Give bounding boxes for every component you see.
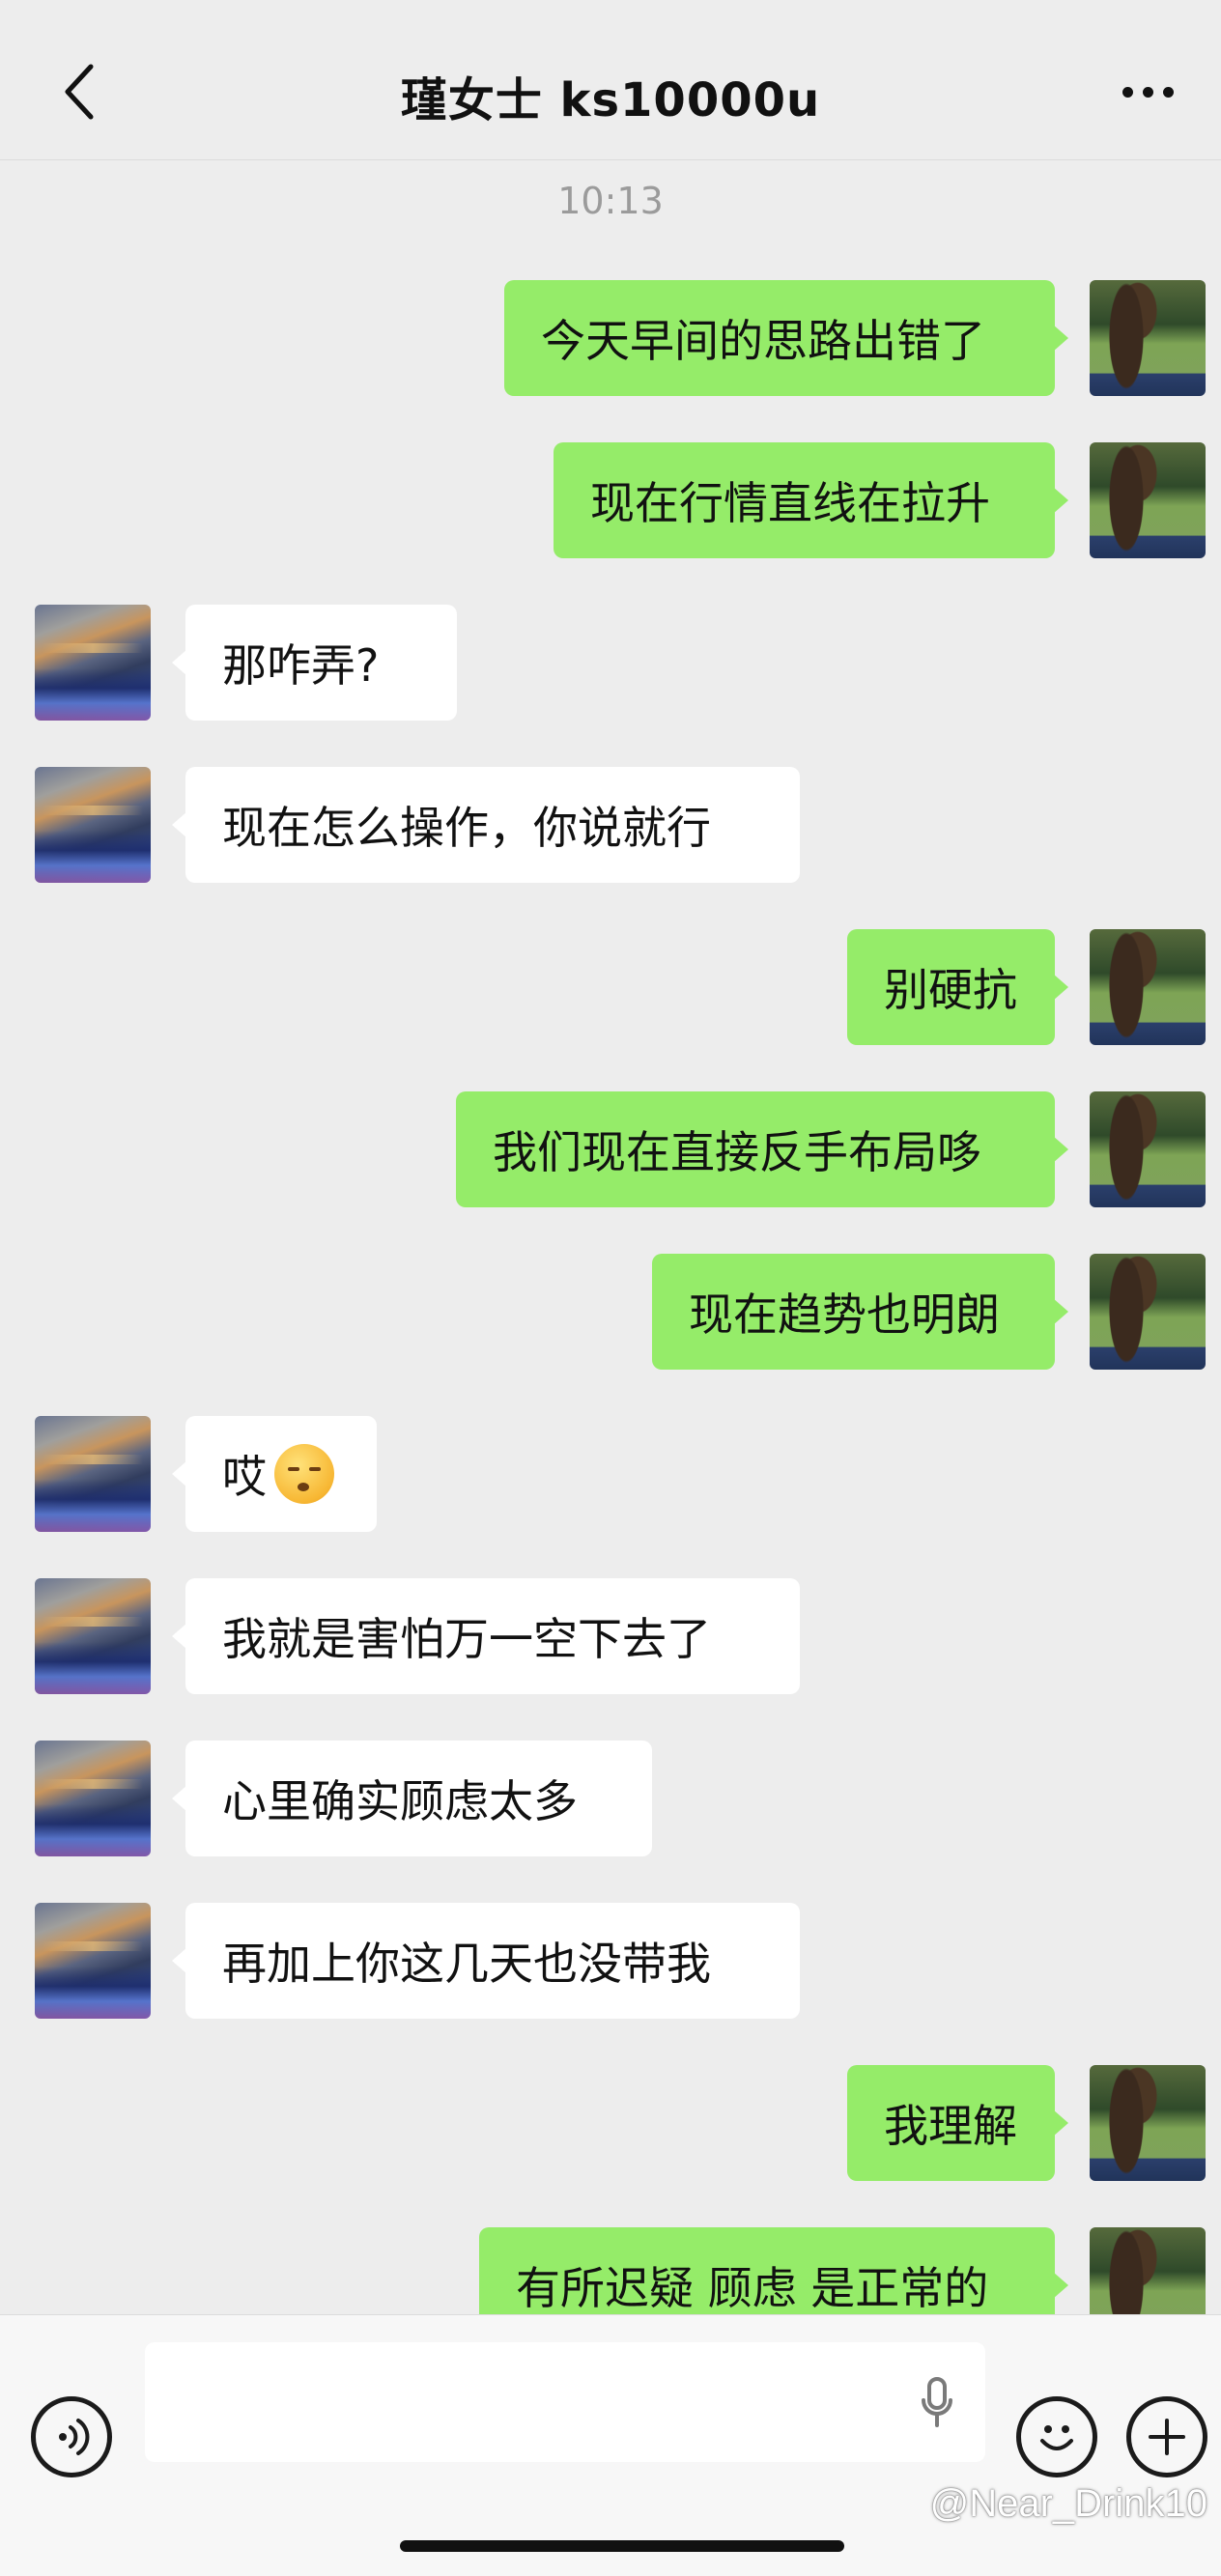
message-row: 现在怎么操作，你说就行 xyxy=(0,767,1221,883)
own-avatar[interactable] xyxy=(1090,442,1206,558)
plus-icon xyxy=(1149,2419,1185,2455)
received-message-bubble[interactable]: 心里确实顾虑太多 xyxy=(172,1741,652,1856)
chat-header: 瑾女士 ks10000u xyxy=(0,0,1221,160)
received-message-bubble[interactable]: 再加上你这几天也没带我 xyxy=(172,1903,800,2019)
voice-input-button[interactable] xyxy=(31,2396,112,2477)
message-row: 我就是害怕万一空下去了 xyxy=(0,1578,1221,1694)
contact-avatar[interactable] xyxy=(35,1741,151,1856)
chat-title: 瑾女士 ks10000u xyxy=(400,73,821,127)
more-functions-button[interactable] xyxy=(1126,2396,1207,2477)
mic-icon[interactable] xyxy=(918,2375,956,2433)
message-row: 我理解 xyxy=(0,2065,1221,2181)
message-text: 现在趋势也明朗 xyxy=(689,1288,1000,1341)
more-button[interactable] xyxy=(1109,68,1186,116)
message-row: 今天早间的思路出错了 xyxy=(0,280,1221,396)
voice-icon xyxy=(59,2419,90,2455)
message-row: 我们现在直接反手布局哆 xyxy=(0,1091,1221,1207)
contact-avatar[interactable] xyxy=(35,1578,151,1694)
message-row: 别硬抗 xyxy=(0,929,1221,1045)
received-message-bubble[interactable]: 那咋弄? xyxy=(172,605,457,721)
message-row: 心里确实顾虑太多 xyxy=(0,1741,1221,1856)
contact-avatar[interactable] xyxy=(35,767,151,883)
emoji-button[interactable] xyxy=(1016,2396,1097,2477)
message-input-box[interactable] xyxy=(145,2342,985,2462)
received-message-bubble[interactable]: 我就是害怕万一空下去了 xyxy=(172,1578,800,1694)
chat-screen: 瑾女士 ks10000u 10:13 今天早间的思路出错了 现在行情直线在拉升 … xyxy=(0,0,1221,2576)
received-message-bubble[interactable]: 哎 xyxy=(172,1416,377,1532)
more-icon-dot xyxy=(1162,86,1174,98)
message-text: 现在怎么操作，你说就行 xyxy=(222,802,711,854)
contact-avatar[interactable] xyxy=(35,1416,151,1532)
contact-avatar[interactable] xyxy=(35,605,151,721)
message-timestamp: 10:13 xyxy=(557,180,664,222)
chat-input-bar xyxy=(0,2314,1221,2576)
message-text: 今天早间的思路出错了 xyxy=(541,315,985,367)
message-text: 哎 xyxy=(222,1451,267,1503)
message-text: 我就是害怕万一空下去了 xyxy=(222,1613,711,1665)
watermark: @Near_Drink10 xyxy=(929,2482,1207,2525)
own-avatar[interactable] xyxy=(1090,2065,1206,2181)
message-text: 那咋弄? xyxy=(222,639,380,692)
sent-message-bubble[interactable]: 别硬抗 xyxy=(847,929,1068,1045)
emoji-icon xyxy=(1040,2425,1073,2450)
message-input[interactable] xyxy=(164,2342,898,2462)
sent-message-bubble[interactable]: 我们现在直接反手布局哆 xyxy=(456,1091,1068,1207)
sent-message-bubble[interactable]: 现在行情直线在拉升 xyxy=(554,442,1068,558)
more-icon xyxy=(1122,86,1133,98)
message-text: 别硬抗 xyxy=(884,964,1017,1016)
message-text: 心里确实顾虑太多 xyxy=(222,1775,578,1827)
own-avatar[interactable] xyxy=(1090,1254,1206,1370)
message-text: 再加上你这几天也没带我 xyxy=(222,1938,711,1990)
own-avatar[interactable] xyxy=(1090,280,1206,396)
sent-message-bubble[interactable]: 今天早间的思路出错了 xyxy=(504,280,1068,396)
message-row: 现在行情直线在拉升 xyxy=(0,442,1221,558)
message-text: 有所迟疑 顾虑 是正常的 xyxy=(516,2262,989,2314)
sent-message-bubble[interactable]: 我理解 xyxy=(847,2065,1068,2181)
message-text: 我理解 xyxy=(884,2100,1017,2152)
home-indicator[interactable] xyxy=(400,2540,844,2552)
sent-message-bubble[interactable]: 现在趋势也明朗 xyxy=(652,1254,1068,1370)
message-row: 现在趋势也明朗 xyxy=(0,1254,1221,1370)
message-row: 那咋弄? xyxy=(0,605,1221,721)
message-row: 再加上你这几天也没带我 xyxy=(0,1903,1221,2019)
own-avatar[interactable] xyxy=(1090,929,1206,1045)
exhale-face-emoji-icon xyxy=(274,1444,334,1504)
received-message-bubble[interactable]: 现在怎么操作，你说就行 xyxy=(172,767,800,883)
contact-avatar[interactable] xyxy=(35,1903,151,2019)
message-text: 我们现在直接反手布局哆 xyxy=(493,1126,981,1178)
message-row: 哎 xyxy=(0,1416,1221,1532)
more-icon-dot xyxy=(1142,86,1153,98)
own-avatar[interactable] xyxy=(1090,1091,1206,1207)
message-text: 现在行情直线在拉升 xyxy=(590,477,990,529)
